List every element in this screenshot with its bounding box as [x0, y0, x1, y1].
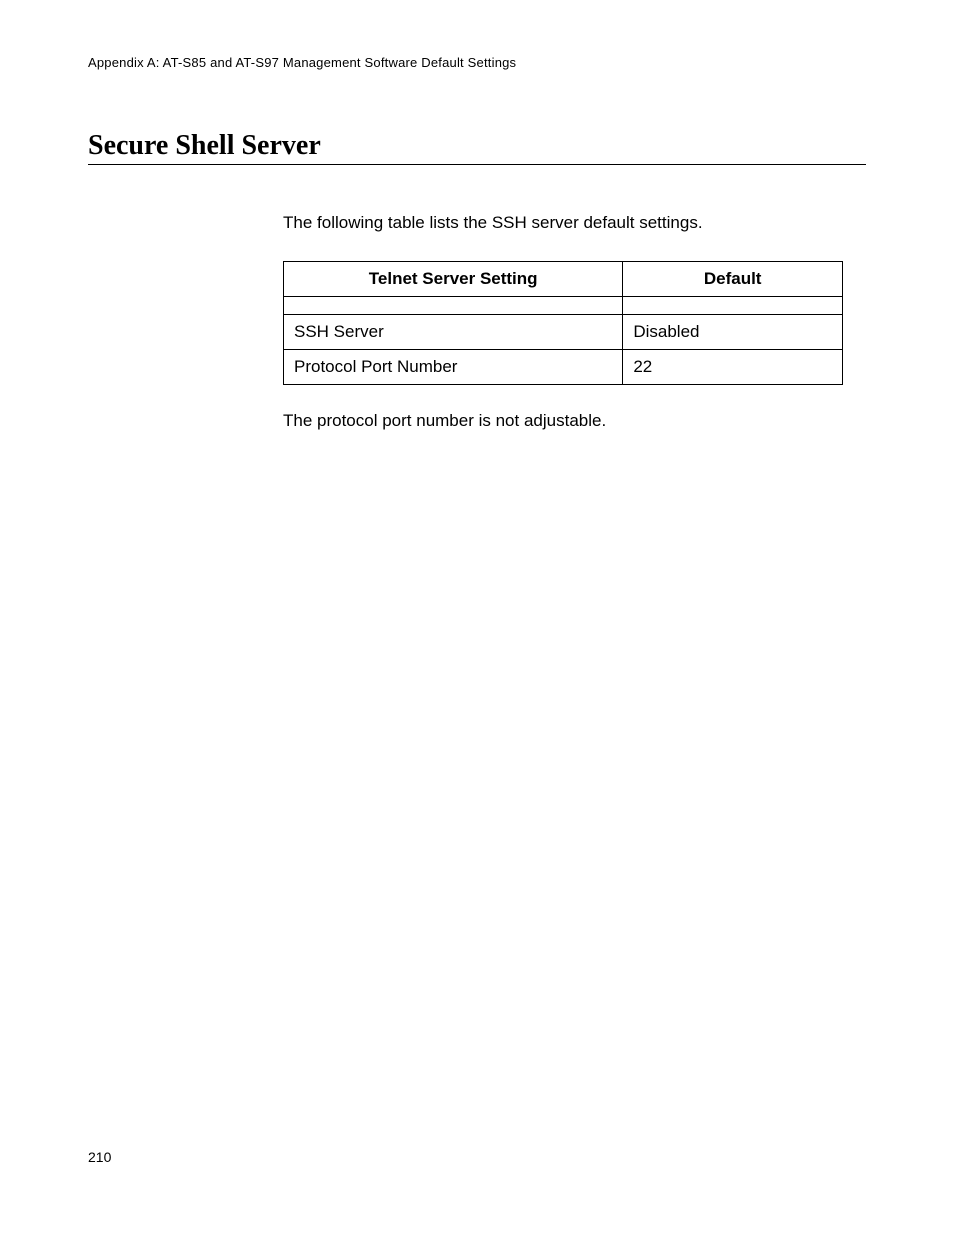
intro-paragraph: The following table lists the SSH server…	[283, 213, 866, 233]
note-paragraph: The protocol port number is not adjustab…	[283, 411, 866, 431]
table-cell-setting: SSH Server	[284, 315, 623, 350]
table-header-rule	[284, 297, 843, 315]
table-row: SSH Server Disabled	[284, 315, 843, 350]
section-body: The following table lists the SSH server…	[283, 213, 866, 431]
settings-table: Telnet Server Setting Default SSH Server…	[283, 261, 843, 385]
table-row: Protocol Port Number 22	[284, 350, 843, 385]
table-cell-setting: Protocol Port Number	[284, 350, 623, 385]
table-cell-default: Disabled	[623, 315, 843, 350]
table-header-setting: Telnet Server Setting	[284, 262, 623, 297]
table-cell-default: 22	[623, 350, 843, 385]
document-page: Appendix A: AT-S85 and AT-S97 Management…	[0, 0, 954, 1235]
page-number: 210	[88, 1149, 111, 1165]
table-header-row: Telnet Server Setting Default	[284, 262, 843, 297]
table-header-default: Default	[623, 262, 843, 297]
section-title: Secure Shell Server	[88, 130, 866, 165]
running-header: Appendix A: AT-S85 and AT-S97 Management…	[88, 55, 866, 70]
